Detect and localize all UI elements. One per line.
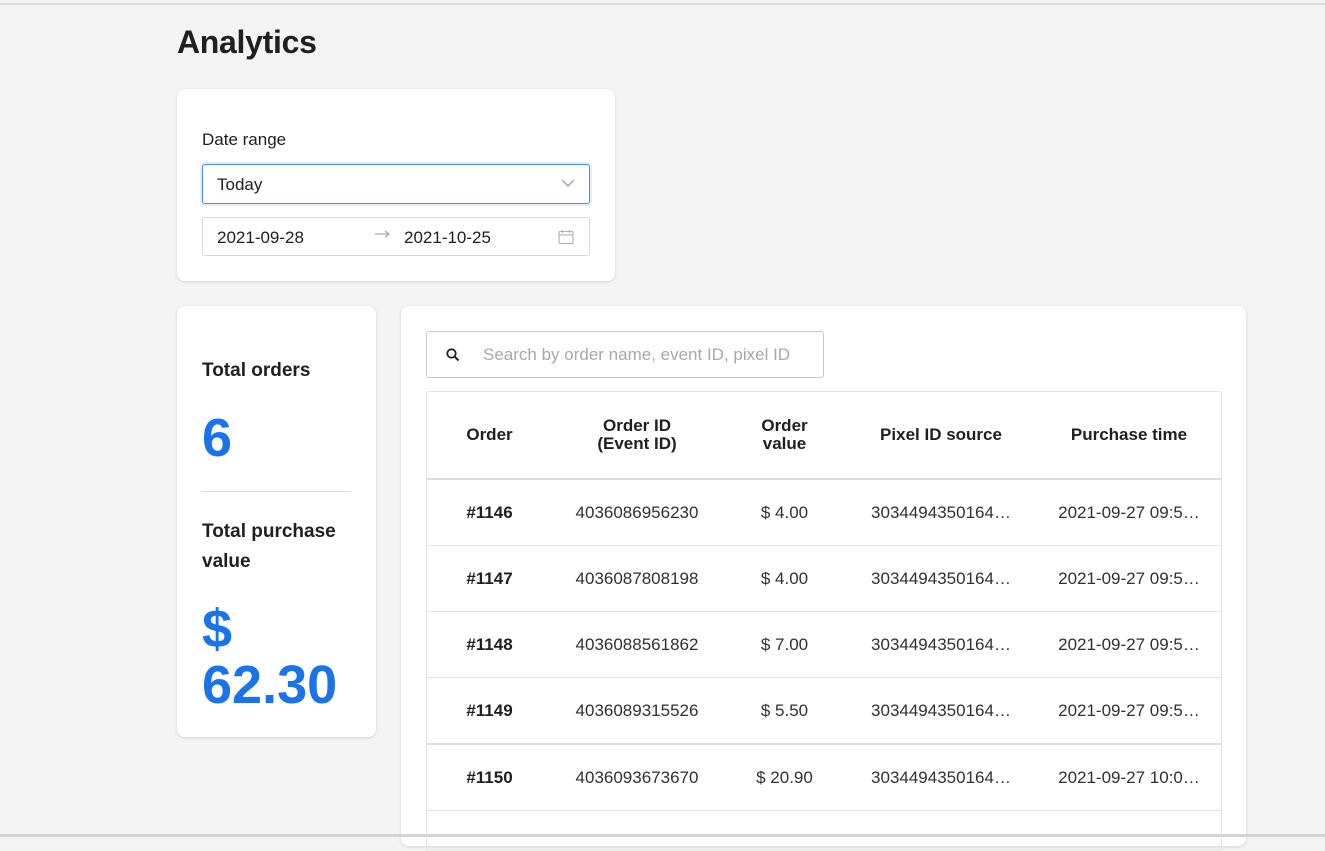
- table-row[interactable]: #1146 4036086956230 $ 4.00 3034494350164…: [427, 480, 1221, 546]
- pixel-id-source: 3034494350164…: [871, 701, 1011, 720]
- search-input[interactable]: [483, 342, 813, 368]
- order-value: $ 4.00: [760, 503, 809, 522]
- order-name[interactable]: #1148: [427, 612, 552, 678]
- pixel-id-source: 3034494350164…: [871, 503, 1011, 522]
- order-name[interactable]: #1147: [427, 546, 552, 612]
- order-id: 4036087808198: [575, 569, 699, 588]
- purchase-time: 2021-09-27 09:5…: [1058, 503, 1200, 522]
- chevron-down-icon: [561, 179, 575, 187]
- order-value: $ 5.50: [760, 701, 809, 720]
- table-row[interactable]: #1147 4036087808198 $ 4.00 3034494350164…: [427, 546, 1221, 612]
- date-range-card: Date range Today 2021-09-28 2021-10-25: [177, 89, 615, 281]
- order-value: $ 4.00: [760, 569, 809, 588]
- arrow-right-icon: [374, 227, 392, 246]
- stats-divider: [202, 491, 351, 492]
- date-range-label: Date range: [202, 130, 287, 149]
- column-header-order[interactable]: Order: [427, 392, 552, 478]
- calendar-icon[interactable]: [558, 229, 574, 245]
- order-value: $ 7.00: [760, 635, 809, 654]
- purchase-time: 2021-09-27 09:5…: [1058, 701, 1200, 720]
- pixel-id-source: 3034494350164…: [871, 768, 1011, 787]
- search-icon: [446, 348, 460, 362]
- order-id: 4036093673670: [575, 768, 699, 787]
- page-title: Analytics: [177, 24, 317, 60]
- column-header-order-value[interactable]: Order value: [722, 392, 847, 478]
- pixel-id-source: 3034494350164…: [871, 569, 1011, 588]
- order-name[interactable]: #1150: [427, 745, 552, 811]
- column-header-purchase-time[interactable]: Purchase time: [1035, 392, 1221, 478]
- purchase-time: 2021-09-27 09:5…: [1058, 569, 1200, 588]
- end-date[interactable]: 2021-10-25: [404, 228, 491, 248]
- table-header: Order Order ID (Event ID) Order value Pi…: [427, 392, 1221, 480]
- total-purchase-value: $ 62.30: [202, 599, 338, 715]
- start-date[interactable]: 2021-09-28: [217, 228, 304, 248]
- date-range-picker[interactable]: 2021-09-28 2021-10-25: [202, 217, 590, 256]
- table-row[interactable]: #1149 4036089315526 $ 5.50 3034494350164…: [427, 678, 1221, 745]
- purchase-time: 2021-09-27 10:0…: [1058, 768, 1200, 787]
- orders-card: Order Order ID (Event ID) Order value Pi…: [401, 306, 1246, 851]
- order-name[interactable]: #1146: [427, 480, 552, 546]
- order-id: 4036086956230: [575, 503, 699, 522]
- date-range-selected-value: Today: [217, 175, 263, 194]
- top-border: [0, 3, 1325, 5]
- pixel-id-source: 3034494350164…: [871, 635, 1011, 654]
- orders-table: Order Order ID (Event ID) Order value Pi…: [426, 391, 1222, 851]
- column-header-pixel-id-source[interactable]: Pixel ID source: [847, 392, 1035, 478]
- stats-card: Total orders 6 Total purchase value $ 62…: [177, 306, 376, 737]
- order-value: $ 20.90: [756, 768, 813, 787]
- search-box[interactable]: [426, 331, 824, 378]
- order-name[interactable]: #1149: [427, 678, 552, 744]
- date-range-select[interactable]: Today: [202, 164, 590, 204]
- table-row[interactable]: #1148 4036088561862 $ 7.00 3034494350164…: [427, 612, 1221, 678]
- total-purchase-label: Total purchase value: [202, 521, 336, 572]
- total-orders-value: 6: [202, 408, 233, 468]
- purchase-time: 2021-09-27 09:5…: [1058, 635, 1200, 654]
- order-id: 4036089315526: [575, 701, 699, 720]
- order-id: 4036088561862: [575, 635, 699, 654]
- table-row[interactable]: #1150 4036093673670 $ 20.90 303449435016…: [427, 745, 1221, 811]
- total-orders-label: Total orders: [202, 360, 311, 381]
- column-header-order-id[interactable]: Order ID (Event ID): [552, 392, 722, 478]
